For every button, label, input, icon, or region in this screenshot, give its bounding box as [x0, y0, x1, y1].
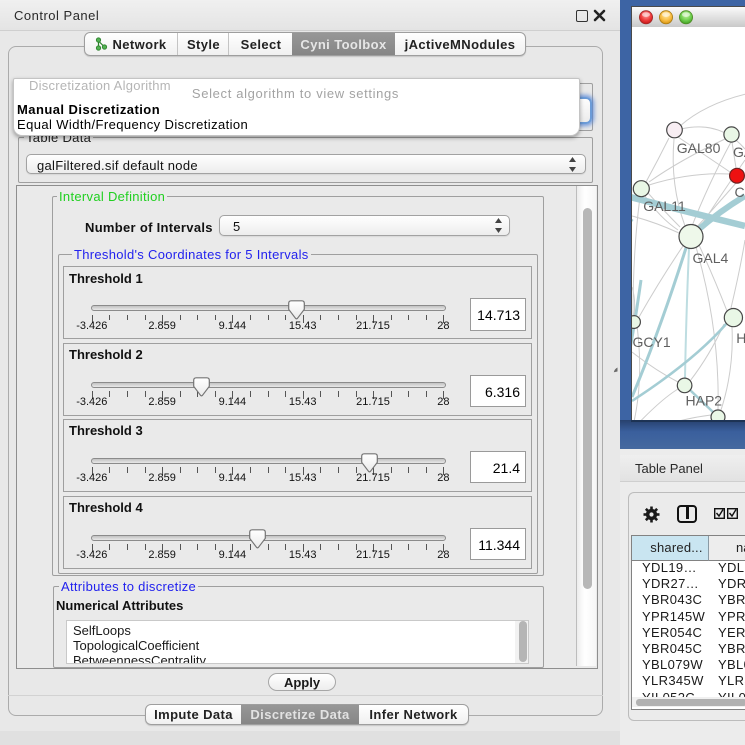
svg-text:HAP2: HAP2 — [686, 393, 723, 409]
svg-text:C: C — [735, 184, 745, 200]
svg-text:GA: GA — [733, 144, 745, 160]
svg-text:GAL4: GAL4 — [693, 250, 729, 266]
svg-text:GCY1: GCY1 — [633, 334, 671, 350]
svg-text:H: H — [736, 330, 745, 346]
svg-text:GAL11: GAL11 — [643, 198, 686, 214]
svg-text:GAL80: GAL80 — [677, 140, 721, 156]
